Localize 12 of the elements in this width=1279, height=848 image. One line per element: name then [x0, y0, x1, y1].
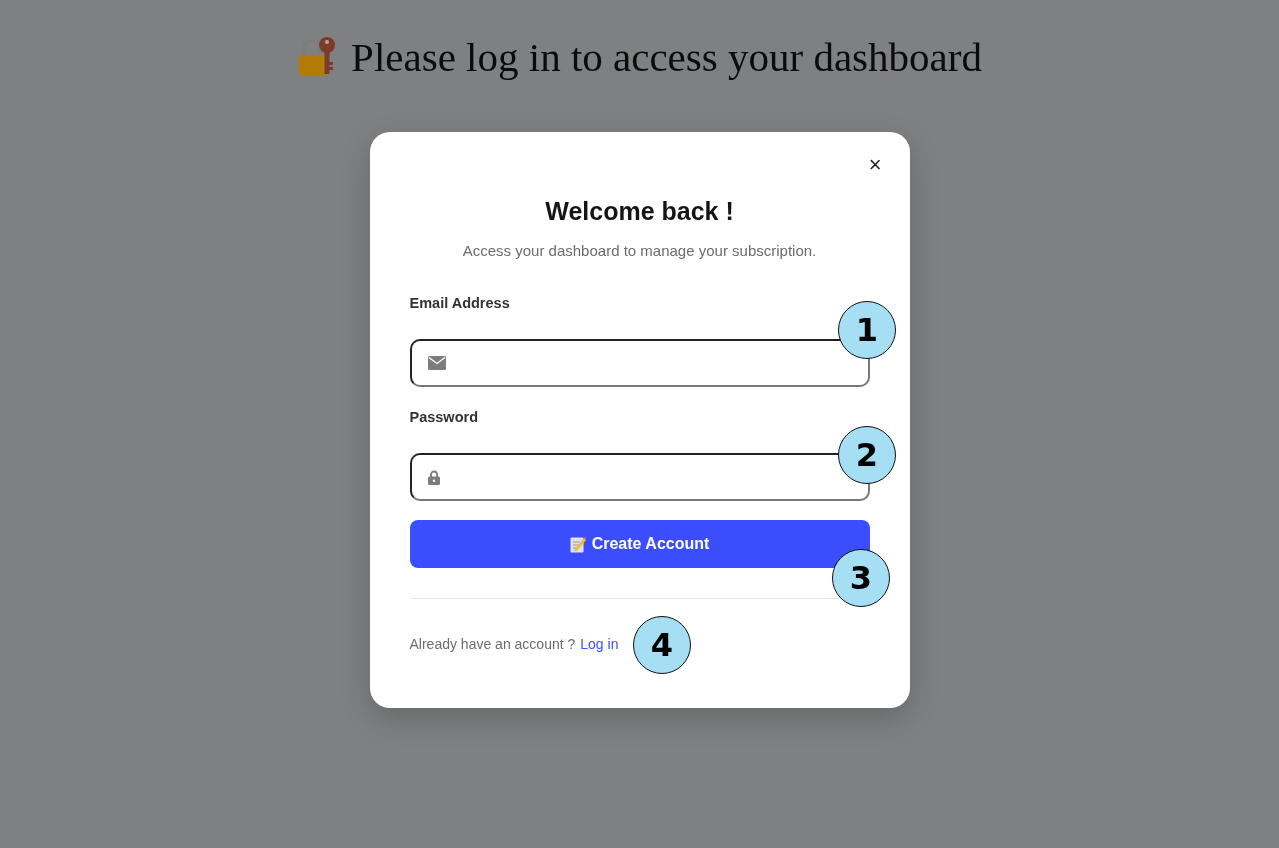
dialog-title: Welcome back !	[544, 196, 735, 226]
envelope-icon	[427, 356, 446, 370]
field-label: Password	[409, 409, 478, 425]
page-heading: Please log in to access your dashboard	[351, 33, 982, 81]
log-in-link[interactable]: Log in	[580, 636, 619, 652]
lock-icon	[427, 469, 440, 485]
close-button[interactable]: ×	[864, 154, 886, 176]
dialog-subtitle: Access your dashboard to manage your subscription.	[462, 242, 817, 259]
memo-icon	[569, 535, 586, 553]
email-field[interactable]	[409, 339, 870, 387]
field-label: Email Address	[409, 295, 510, 311]
footer-text: Already have an account ?	[409, 636, 576, 652]
